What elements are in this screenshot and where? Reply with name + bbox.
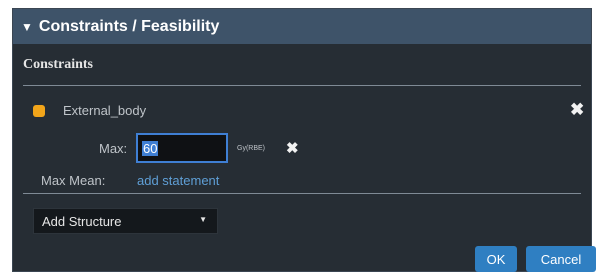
divider: [23, 85, 581, 86]
panel-header[interactable]: ▼ Constraints / Feasibility: [13, 9, 591, 44]
add-statement-link[interactable]: add statement: [137, 173, 219, 188]
max-label: Max:: [99, 141, 128, 156]
remove-structure-icon[interactable]: ✖: [570, 100, 584, 120]
divider: [23, 193, 581, 194]
max-value-input[interactable]: 60: [136, 133, 228, 163]
ok-button[interactable]: OK: [475, 246, 517, 272]
caret-down-icon: ▼: [21, 19, 33, 34]
structure-color-swatch: [33, 105, 45, 117]
add-structure-selected: Add Structure: [42, 213, 122, 229]
clear-max-icon[interactable]: ✖: [286, 139, 299, 157]
unit-label: Gy(RBE): [237, 145, 265, 152]
cancel-button[interactable]: Cancel: [526, 246, 596, 272]
chevron-down-icon: ▼: [199, 215, 207, 224]
section-title: Constraints: [23, 57, 94, 72]
constraints-feasibility-panel: ▼ Constraints / Feasibility Constraints …: [12, 8, 596, 272]
structure-name: External_body: [63, 103, 147, 118]
add-structure-select[interactable]: Add Structure ▼: [33, 208, 218, 234]
panel-title: Constraints / Feasibility: [38, 17, 220, 35]
max-mean-label: Max Mean:: [41, 173, 106, 188]
max-value: 60: [142, 140, 159, 156]
